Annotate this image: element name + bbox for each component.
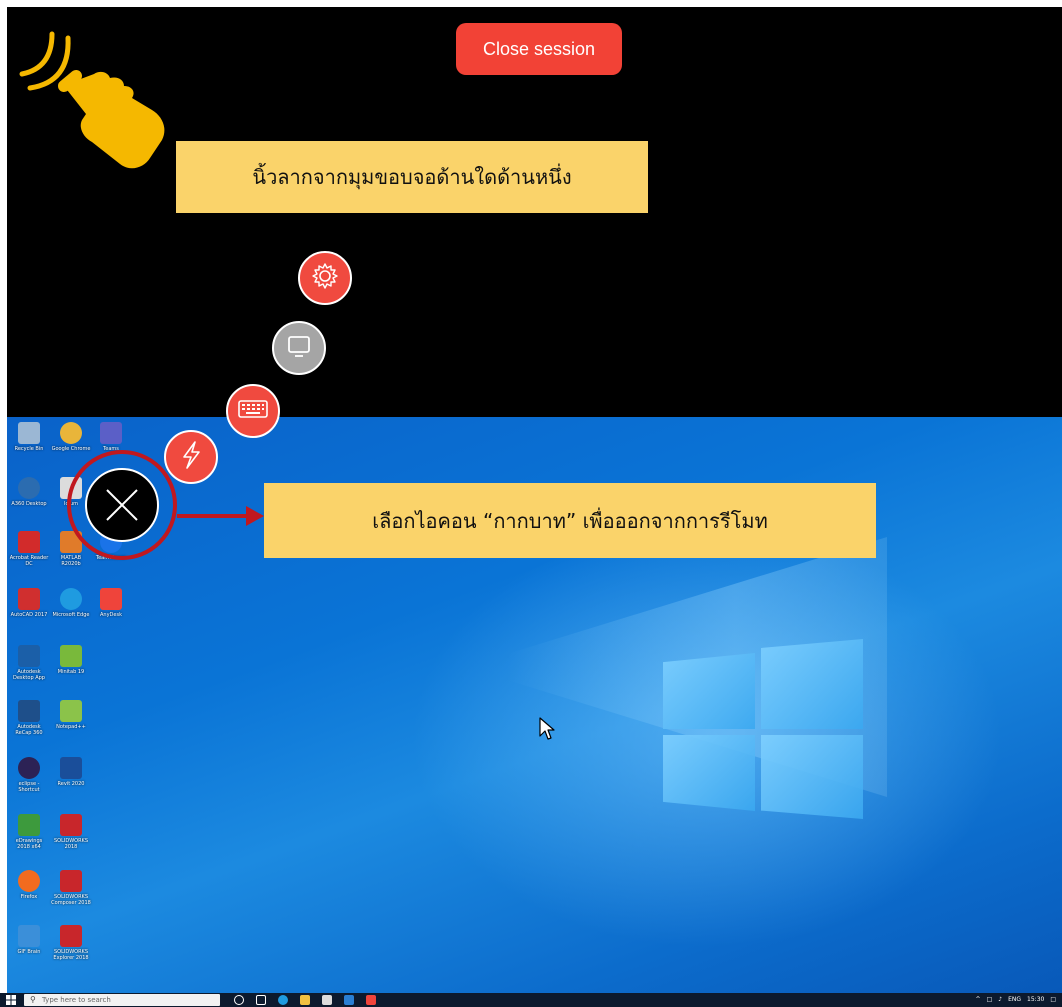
notification-icon[interactable]: □ — [1050, 993, 1056, 1007]
keyboard-icon — [237, 397, 269, 425]
tray-chevron-icon[interactable]: ^ — [976, 993, 981, 1007]
lightning-icon — [178, 440, 204, 474]
desktop-icon[interactable]: Microsoft Edge — [51, 588, 91, 618]
desktop-icon[interactable]: Teams — [91, 422, 131, 452]
close-x-icon — [87, 470, 157, 544]
search-placeholder: Type here to search — [42, 996, 111, 1004]
settings-button[interactable] — [298, 251, 352, 305]
mouse-cursor-icon — [538, 716, 556, 746]
desktop-icon[interactable]: eclipse - Shortcut — [9, 757, 49, 793]
exit-hint: เลือกไอคอน “กากบาท” เพื่อออกจากการรีโมท — [264, 483, 876, 558]
task-view-icon[interactable] — [256, 995, 266, 1005]
taskbar-search[interactable]: ⚲ Type here to search — [24, 994, 220, 1006]
edge-taskbar-icon[interactable] — [278, 995, 288, 1005]
monitor-button[interactable] — [272, 321, 326, 375]
swipe-hand-icon — [12, 16, 172, 180]
desktop-icon[interactable]: SOLIDWORKS Explorer 2018 — [51, 925, 91, 961]
windows-logo — [663, 639, 863, 819]
start-button[interactable] — [6, 995, 16, 1005]
desktop-icon[interactable]: AnyDesk — [91, 588, 131, 618]
system-tray: ^ □ ♪ ENG 15:30 □ — [976, 993, 1056, 1007]
network-icon[interactable]: □ — [987, 993, 993, 1007]
close-session-button[interactable]: Close session — [456, 23, 622, 75]
pointer-arrow-shaft — [177, 514, 249, 518]
clock[interactable]: 15:30 — [1027, 993, 1044, 1007]
volume-icon[interactable]: ♪ — [998, 993, 1002, 1007]
mail-icon[interactable] — [344, 995, 354, 1005]
cortana-icon[interactable] — [234, 995, 244, 1005]
taskbar: ⚲ Type here to search ^ □ ♪ ENG 15:30 □ — [0, 993, 1062, 1007]
desktop-icon[interactable]: Firefox — [9, 870, 49, 900]
desktop-icon[interactable]: SOLIDWORKS 2018 — [51, 814, 91, 850]
file-explorer-icon[interactable] — [300, 995, 310, 1005]
desktop-icon[interactable]: Acrobat Reader DC — [9, 531, 49, 567]
search-icon: ⚲ — [30, 995, 36, 1004]
settings-gear-icon — [310, 261, 340, 295]
desktop-icon[interactable]: Recycle Bin — [9, 422, 49, 452]
windows-start-icon — [6, 995, 16, 1005]
desktop-icon[interactable]: GIF Brain — [9, 925, 49, 955]
desktop-icon[interactable]: A360 Desktop — [9, 477, 49, 507]
pointer-arrow-head — [246, 506, 264, 526]
store-icon[interactable] — [322, 995, 332, 1005]
desktop-icon[interactable]: Minitab 19 — [51, 645, 91, 675]
desktop-icon[interactable]: Google Chrome — [51, 422, 91, 452]
desktop-icon[interactable]: Notepad++ — [51, 700, 91, 730]
desktop-icon[interactable]: SOLIDWORKS Composer 2018 — [51, 870, 91, 906]
action-button[interactable] — [164, 430, 218, 484]
keyboard-button[interactable] — [226, 384, 280, 438]
anydesk-taskbar-icon[interactable] — [366, 995, 376, 1005]
desktop-icon[interactable]: eDrawings 2018 x64 — [9, 814, 49, 850]
desktop-icon[interactable]: AutoCAD 2017 — [9, 588, 49, 618]
desktop-icon[interactable]: Autodesk Desktop App — [9, 645, 49, 681]
language-indicator[interactable]: ENG — [1008, 993, 1021, 1007]
desktop-icon[interactable]: Autodesk ReCap 360 — [9, 700, 49, 736]
desktop-icon[interactable]: Revit 2020 — [51, 757, 91, 787]
swipe-hint: นิ้วลากจากมุมขอบจอด้านใดด้านหนึ่ง — [176, 141, 648, 213]
exit-remote-button[interactable] — [85, 468, 159, 542]
monitor-icon — [284, 331, 314, 365]
